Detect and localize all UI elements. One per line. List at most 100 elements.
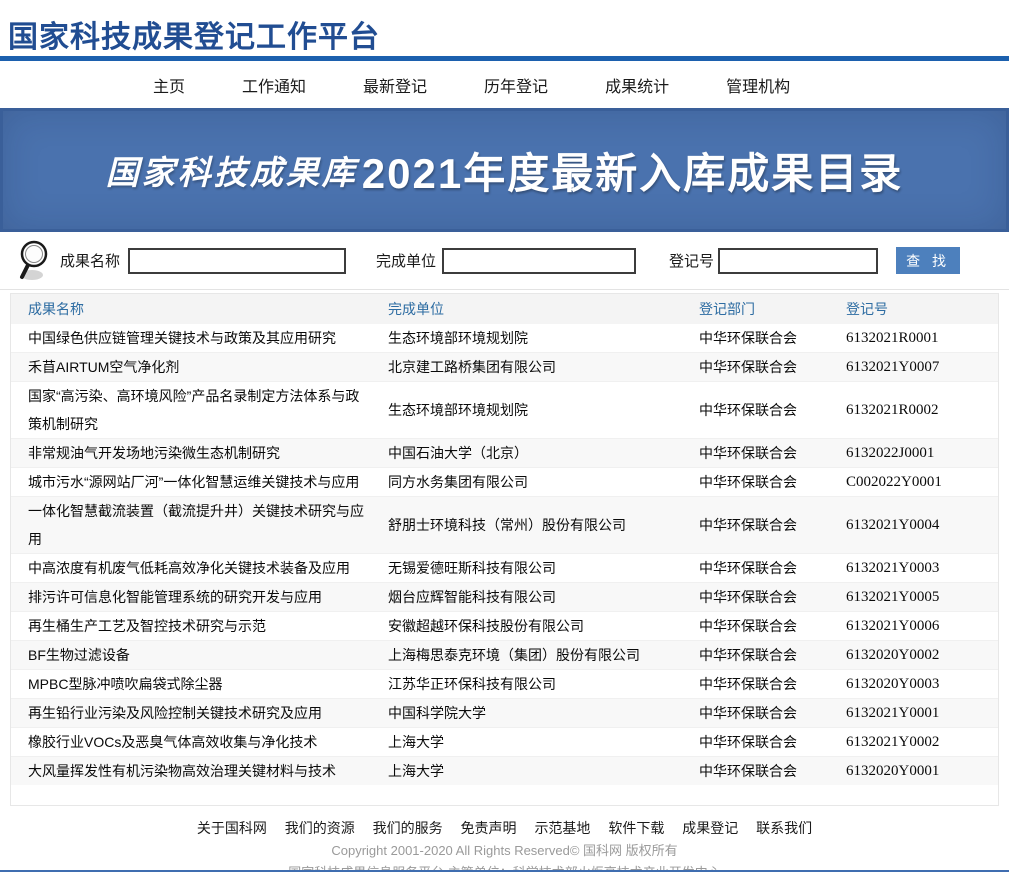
cell-achievement-name: 城市污水“源网站厂河”一体化智慧运维关键技术与应用 <box>11 468 371 497</box>
cell-achievement-name: 大风量挥发性有机污染物高效治理关键材料与技术 <box>11 757 371 786</box>
cell-registration-dept: 中华环保联合会 <box>682 641 829 670</box>
column-header-registration-number: 登记号 <box>829 294 998 324</box>
column-header-completing-unit: 完成单位 <box>371 294 682 324</box>
registration-number-label: 登记号 <box>669 250 714 271</box>
cell-registration-dept: 中华环保联合会 <box>682 439 829 468</box>
completing-unit-label: 完成单位 <box>376 250 436 271</box>
cell-completing-unit: 烟台应辉智能科技有限公司 <box>371 583 682 612</box>
nav-item-historical-registration[interactable]: 历年登记 <box>484 73 548 97</box>
footer: 关于国科网 我们的资源 我们的服务 免责声明 示范基地 软件下载 成果登记 联系… <box>0 816 1009 872</box>
nav-item-latest-registration[interactable]: 最新登记 <box>363 73 427 97</box>
page-title: 国家科技成果登记工作平台 <box>8 12 1009 56</box>
cell-registration-number: 6132020Y0001 <box>829 757 998 786</box>
cell-registration-number: 6132020Y0003 <box>829 670 998 699</box>
footer-link-achievement-registration[interactable]: 成果登记 <box>682 820 738 836</box>
cell-completing-unit: 舒朋士环境科技（常州）股份有限公司 <box>371 497 682 554</box>
cell-registration-number: 6132021Y0007 <box>829 353 998 382</box>
cell-completing-unit: 中国科学院大学 <box>371 699 682 728</box>
cell-registration-number: 6132021Y0003 <box>829 554 998 583</box>
cell-completing-unit: 北京建工路桥集团有限公司 <box>371 353 682 382</box>
cell-completing-unit: 上海大学 <box>371 757 682 786</box>
table-row: 中国绿色供应链管理关键技术与政策及其应用研究生态环境部环境规划院中华环保联合会6… <box>11 324 998 353</box>
nav-item-home[interactable]: 主页 <box>153 73 185 97</box>
nav-item-management-agency[interactable]: 管理机构 <box>726 73 790 97</box>
registration-number-input[interactable] <box>718 248 878 274</box>
cell-achievement-name: 中国绿色供应链管理关键技术与政策及其应用研究 <box>11 324 371 353</box>
cell-completing-unit: 安徽超越环保科技股份有限公司 <box>371 612 682 641</box>
footer-link-disclaimer[interactable]: 免责声明 <box>461 820 517 836</box>
cell-completing-unit: 上海梅思泰克环境（集团）股份有限公司 <box>371 641 682 670</box>
footer-link-contact[interactable]: 联系我们 <box>756 820 812 836</box>
cell-registration-dept: 中华环保联合会 <box>682 757 829 786</box>
footer-link-software-download[interactable]: 软件下载 <box>608 820 664 836</box>
nav-item-achievement-statistics[interactable]: 成果统计 <box>605 73 669 97</box>
table-row: 再生桶生产工艺及智控技术研究与示范安徽超越环保科技股份有限公司中华环保联合会61… <box>11 612 998 641</box>
cell-completing-unit: 江苏华正环保科技有限公司 <box>371 670 682 699</box>
cell-achievement-name: MPBC型脉冲喷吹扁袋式除尘器 <box>11 670 371 699</box>
cell-registration-number: 6132020Y0002 <box>829 641 998 670</box>
cell-achievement-name: 一体化智慧截流装置（截流提升井）关键技术研究与应用 <box>11 497 371 554</box>
cell-registration-dept: 中华环保联合会 <box>682 699 829 728</box>
table-row: 城市污水“源网站厂河”一体化智慧运维关键技术与应用同方水务集团有限公司中华环保联… <box>11 468 998 497</box>
cell-achievement-name: 橡胶行业VOCs及恶臭气体高效收集与净化技术 <box>11 728 371 757</box>
cell-achievement-name: 国家“高污染、高环境风险”产品名录制定方法体系与政策机制研究 <box>11 382 371 439</box>
table-row: 再生铅行业污染及风险控制关键技术研究及应用中国科学院大学中华环保联合会61320… <box>11 699 998 728</box>
results-table-container: 成果名称 完成单位 登记部门 登记号 中国绿色供应链管理关键技术与政策及其应用研… <box>10 293 999 806</box>
table-row: 一体化智慧截流装置（截流提升井）关键技术研究与应用舒朋士环境科技（常州）股份有限… <box>11 497 998 554</box>
table-row: 禾苜AIRTUM空气净化剂北京建工路桥集团有限公司中华环保联合会6132021Y… <box>11 353 998 382</box>
table-row: 排污许可信息化智能管理系统的研究开发与应用烟台应辉智能科技有限公司中华环保联合会… <box>11 583 998 612</box>
page: 国家科技成果登记工作平台 主页 工作通知 最新登记 历年登记 成果统计 管理机构… <box>0 0 1009 872</box>
banner-title: 2021年度最新入库成果目录 <box>362 140 903 201</box>
search-button[interactable]: 查 找 <box>896 247 960 274</box>
completing-unit-input[interactable] <box>442 248 636 274</box>
cell-registration-number: 6132021Y0006 <box>829 612 998 641</box>
nav-item-work-notice[interactable]: 工作通知 <box>242 73 306 97</box>
cell-completing-unit: 中国石油大学（北京） <box>371 439 682 468</box>
achievement-name-label: 成果名称 <box>60 250 120 271</box>
footer-link-about[interactable]: 关于国科网 <box>197 820 267 836</box>
footer-link-services[interactable]: 我们的服务 <box>373 820 443 836</box>
cell-registration-dept: 中华环保联合会 <box>682 382 829 439</box>
cell-registration-dept: 中华环保联合会 <box>682 583 829 612</box>
cell-registration-dept: 中华环保联合会 <box>682 554 829 583</box>
cell-completing-unit: 生态环境部环境规划院 <box>371 324 682 353</box>
table-row: 非常规油气开发场地污染微生态机制研究中国石油大学（北京）中华环保联合会61320… <box>11 439 998 468</box>
cell-registration-dept: 中华环保联合会 <box>682 670 829 699</box>
cell-registration-dept: 中华环保联合会 <box>682 612 829 641</box>
cell-completing-unit: 上海大学 <box>371 728 682 757</box>
cell-registration-dept: 中华环保联合会 <box>682 324 829 353</box>
cell-completing-unit: 同方水务集团有限公司 <box>371 468 682 497</box>
cell-achievement-name: 中高浓度有机废气低耗高效净化关键技术装备及应用 <box>11 554 371 583</box>
cell-achievement-name: 禾苜AIRTUM空气净化剂 <box>11 353 371 382</box>
results-body: 中国绿色供应链管理关键技术与政策及其应用研究生态环境部环境规划院中华环保联合会6… <box>11 324 998 785</box>
cell-registration-number: 6132021Y0005 <box>829 583 998 612</box>
footer-link-demo-base[interactable]: 示范基地 <box>534 820 590 836</box>
table-row: 中高浓度有机废气低耗高效净化关键技术装备及应用无锡爱德旺斯科技有限公司中华环保联… <box>11 554 998 583</box>
cell-registration-number: 6132021R0001 <box>829 324 998 353</box>
cell-completing-unit: 生态环境部环境规划院 <box>371 382 682 439</box>
footer-link-resources[interactable]: 我们的资源 <box>285 820 355 836</box>
table-row: 国家“高污染、高环境风险”产品名录制定方法体系与政策机制研究生态环境部环境规划院… <box>11 382 998 439</box>
cell-registration-number: 6132021Y0001 <box>829 699 998 728</box>
results-table: 成果名称 完成单位 登记部门 登记号 中国绿色供应链管理关键技术与政策及其应用研… <box>11 294 998 785</box>
main-nav: 主页 工作通知 最新登记 历年登记 成果统计 管理机构 <box>0 61 1009 108</box>
table-row: 大风量挥发性有机污染物高效治理关键材料与技术上海大学中华环保联合会6132020… <box>11 757 998 786</box>
search-icon <box>18 239 52 283</box>
cell-achievement-name: 非常规油气开发场地污染微生态机制研究 <box>11 439 371 468</box>
table-header-row: 成果名称 完成单位 登记部门 登记号 <box>11 294 998 324</box>
cell-registration-dept: 中华环保联合会 <box>682 728 829 757</box>
table-row: BF生物过滤设备上海梅思泰克环境（集团）股份有限公司中华环保联合会6132020… <box>11 641 998 670</box>
table-row: MPBC型脉冲喷吹扁袋式除尘器江苏华正环保科技有限公司中华环保联合会613202… <box>11 670 998 699</box>
cell-registration-dept: 中华环保联合会 <box>682 468 829 497</box>
cell-registration-dept: 中华环保联合会 <box>682 497 829 554</box>
cell-achievement-name: 排污许可信息化智能管理系统的研究开发与应用 <box>11 583 371 612</box>
footer-links: 关于国科网 我们的资源 我们的服务 免责声明 示范基地 软件下载 成果登记 联系… <box>0 816 1009 840</box>
achievement-name-input[interactable] <box>128 248 346 274</box>
cell-achievement-name: 再生铅行业污染及风险控制关键技术研究及应用 <box>11 699 371 728</box>
cell-registration-number: C002022Y0001 <box>829 468 998 497</box>
cell-registration-number: 6132021Y0002 <box>829 728 998 757</box>
banner-prefix: 国家科技成果库 <box>106 146 358 194</box>
cell-registration-number: 6132021Y0004 <box>829 497 998 554</box>
copyright-line: Copyright 2001-2020 All Rights Reserved©… <box>0 840 1009 862</box>
column-header-achievement-name: 成果名称 <box>11 294 371 324</box>
